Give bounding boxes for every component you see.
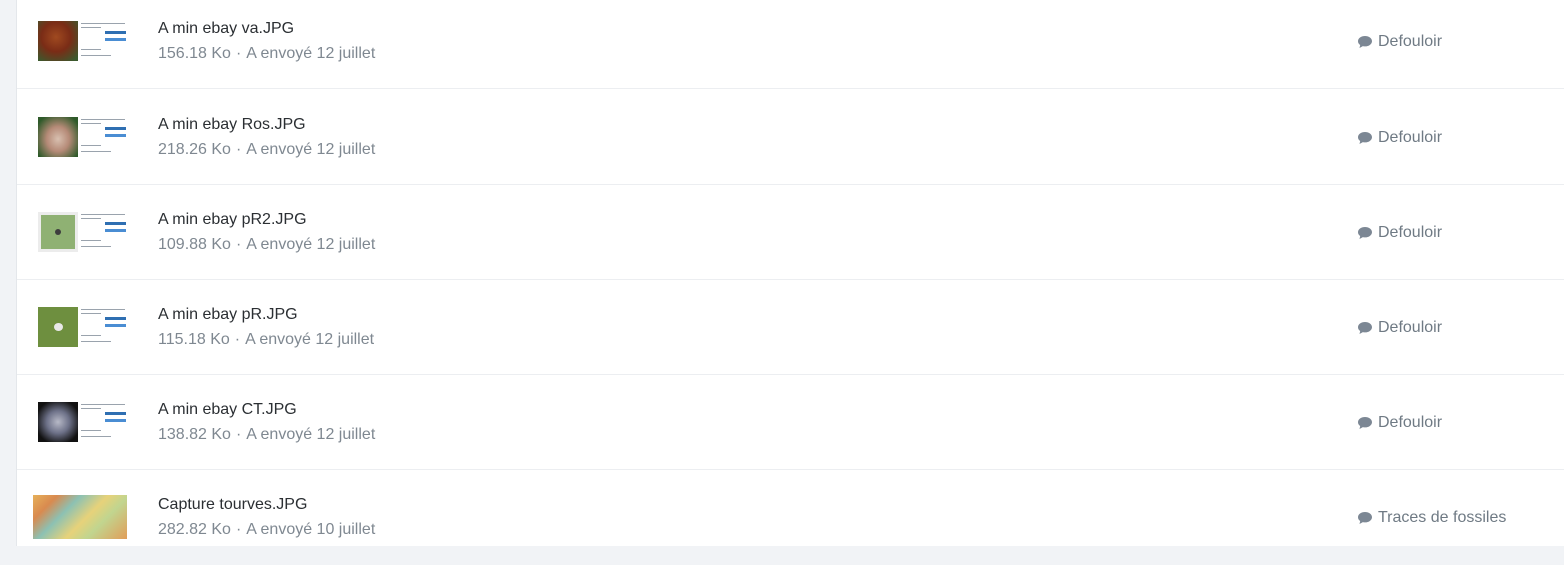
thumbnail-text-line [81,408,101,409]
file-meta: 218.26 Ko · A envoyé 12 juillet [158,141,375,159]
forum-name: Defouloir [1378,129,1443,146]
forum-link[interactable]: Defouloir [1357,319,1442,337]
forum-link[interactable]: Traces de fossiles [1357,509,1506,527]
thumbnail-text-line [81,145,101,146]
thumbnail-button [105,222,126,225]
file-size: 109.88 Ko [158,236,231,253]
thumbnail-text-line [81,123,101,124]
thumbnail-text-line [81,214,125,215]
file-size: 218.26 Ko [158,141,231,158]
thumbnail-text-line [81,119,125,120]
chat-icon [1358,417,1372,429]
meta-separator: · [234,331,241,348]
thumbnail-button [105,419,126,422]
thumbnail-text-line [81,404,125,405]
forum-name: Defouloir [1378,414,1443,431]
thumbnail-button [105,317,126,320]
file-date: A envoyé 10 juillet [246,521,376,538]
thumbnail-text-line [81,55,111,56]
forum-link[interactable]: Defouloir [1357,129,1442,147]
file-date: A envoyé 12 juillet [246,45,376,62]
meta-separator: · [235,45,242,62]
list-item: A min ebay pR2.JPG 109.88 Ko · A envoyé 12… [17,185,1564,280]
meta-separator: · [235,426,242,443]
chat-icon [1358,132,1372,144]
thumbnail-photo [38,402,78,442]
forum-name: Traces de fossiles [1378,509,1507,526]
thumbnail-button [105,127,126,130]
file-meta: 282.82 Ko · A envoyé 10 juillet [158,521,375,539]
thumbnail-text-line [81,309,125,310]
thumbnail-photo [38,21,78,61]
list-item: A min ebay va.JPG 156.18 Ko · A envoyé 12 … [17,0,1564,89]
thumbnail-photo [38,117,78,157]
thumbnail-text-line [81,430,101,431]
file-date: A envoyé 12 juillet [245,331,375,348]
file-name[interactable]: A min ebay va.JPG [158,20,294,38]
list-item: Capture tourves.JPG 282.82 Ko · A envoyé 1… [17,470,1564,565]
thumbnail-text-line [81,49,101,50]
file-size: 138.82 Ko [158,426,231,443]
thumbnail-text-line [81,246,111,247]
thumbnail-button [105,31,126,34]
thumbnail-button [105,324,126,327]
file-thumbnail[interactable] [33,115,127,159]
list-item: A min ebay pR.JPG 115.18 Ko · A envoyé 12 … [17,280,1564,375]
file-thumbnail[interactable] [33,19,127,63]
list-item: A min ebay Ros.JPG 218.26 Ko · A envoyé 12… [17,90,1564,185]
file-thumbnail[interactable] [33,305,127,349]
thumbnail-button [105,134,126,137]
thumbnail-text-line [81,436,111,437]
thumbnail-button [105,412,126,415]
forum-link[interactable]: Defouloir [1357,414,1442,432]
forum-name: Defouloir [1378,224,1443,241]
thumbnail-text-line [81,27,101,28]
file-meta: 109.88 Ko · A envoyé 12 juillet [158,236,375,254]
file-meta: 138.82 Ko · A envoyé 12 juillet [158,426,375,444]
file-size: 156.18 Ko [158,45,231,62]
thumbnail-text-line [81,240,101,241]
thumbnail-text-line [81,218,101,219]
thumbnail-text-line [81,23,125,24]
list-item: A min ebay CT.JPG 138.82 Ko · A envoyé 12 … [17,375,1564,470]
file-date: A envoyé 12 juillet [246,426,376,443]
file-meta: 156.18 Ko · A envoyé 12 juillet [158,45,375,63]
thumbnail-text-line [81,313,101,314]
file-size: 282.82 Ko [158,521,231,538]
file-date: A envoyé 12 juillet [246,141,376,158]
chat-icon [1358,512,1372,524]
file-thumbnail[interactable] [33,495,127,539]
file-name[interactable]: A min ebay pR.JPG [158,306,298,324]
thumbnail-photo [38,307,78,347]
meta-separator: · [235,236,242,253]
file-thumbnail[interactable] [33,400,127,444]
forum-link[interactable]: Defouloir [1357,33,1442,51]
file-name[interactable]: A min ebay CT.JPG [158,401,297,419]
chat-icon [1358,36,1372,48]
thumbnail-button [105,38,126,41]
file-meta: 115.18 Ko · A envoyé 12 juillet [158,331,374,349]
thumbnail-text-line [81,341,111,342]
thumbnail-text-line [81,151,111,152]
attachments-list: A min ebay va.JPG 156.18 Ko · A envoyé 12 … [16,0,1564,546]
thumbnail-photo [38,212,78,252]
file-date: A envoyé 12 juillet [246,236,376,253]
forum-link[interactable]: Defouloir [1357,224,1442,242]
meta-separator: · [235,141,242,158]
file-thumbnail[interactable] [33,210,127,254]
chat-icon [1358,322,1372,334]
chat-icon [1358,227,1372,239]
thumbnail-button [105,229,126,232]
thumbnail-text-line [81,335,101,336]
forum-name: Defouloir [1378,319,1443,336]
file-name[interactable]: A min ebay pR2.JPG [158,211,307,229]
meta-separator: · [235,521,242,538]
forum-name: Defouloir [1378,33,1443,50]
file-name[interactable]: A min ebay Ros.JPG [158,116,306,134]
file-name[interactable]: Capture tourves.JPG [158,496,307,514]
file-size: 115.18 Ko [158,331,230,348]
